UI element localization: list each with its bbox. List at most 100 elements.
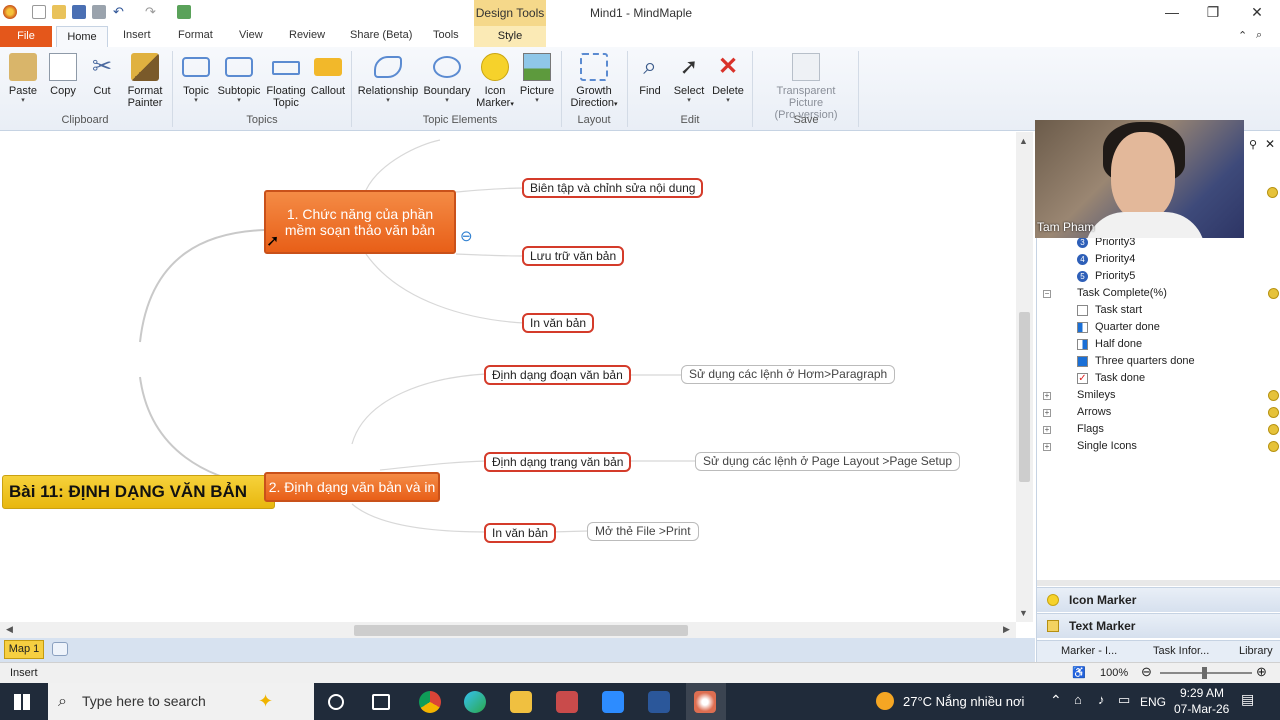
note-page-setup[interactable]: Sử dụng các lệnh ở Page Layout >Page Set…: [695, 452, 961, 471]
subtopic-print[interactable]: In văn bản: [484, 523, 557, 543]
scroll-down-icon[interactable]: ▼: [1019, 608, 1028, 618]
subtopic-paragraph-format[interactable]: Định dạng đoạn văn bản: [484, 365, 631, 385]
marker-tab[interactable]: Marker - I...: [1061, 641, 1117, 662]
subtopic-page-format[interactable]: Định dạng trang văn bản: [484, 452, 632, 472]
quick-access-customize-icon[interactable]: [177, 5, 191, 19]
scroll-right-icon[interactable]: ▶: [1003, 624, 1010, 635]
help-search-icon[interactable]: ⌕: [1256, 29, 1262, 42]
quarter-done-item[interactable]: Quarter done: [1037, 319, 1280, 336]
growth-direction-button[interactable]: Growth Direction▾: [566, 53, 622, 111]
main-topic-1[interactable]: 1. Chức năng của phần mềm soạn thảo văn …: [264, 190, 456, 254]
clock-date[interactable]: 07-Mar-26: [1174, 702, 1229, 716]
maximize-button[interactable]: ❐: [1205, 4, 1221, 20]
panel-close-icon[interactable]: ✕: [1265, 137, 1275, 151]
tab-home[interactable]: Home: [56, 26, 108, 48]
icon-marker-button[interactable]: Icon Marker▾: [475, 53, 515, 111]
boundary-button[interactable]: Boundary ▾: [422, 53, 472, 105]
tab-insert[interactable]: Insert: [123, 29, 151, 41]
select-button[interactable]: ➚ Select ▾: [672, 53, 706, 105]
new-file-icon[interactable]: [32, 5, 46, 19]
clock-time[interactable]: 9:29 AM: [1180, 686, 1224, 700]
cortana-icon[interactable]: [328, 694, 344, 710]
find-button[interactable]: ⌕ Find: [634, 53, 666, 97]
priority5-item[interactable]: 5 Priority5: [1037, 268, 1280, 285]
vertical-scroll-thumb[interactable]: [1019, 312, 1030, 482]
subtopic-edit-content[interactable]: Biên tập và chỉnh sửa nội dung: [522, 178, 704, 198]
horizontal-scrollbar[interactable]: ◀ ▶: [0, 622, 1016, 638]
expand-plus-icon[interactable]: +: [1043, 426, 1051, 434]
mindmap-canvas[interactable]: 1. Chức năng của phần mềm soạn thảo văn …: [0, 132, 1016, 622]
notification-icon[interactable]: ▤: [1241, 691, 1254, 708]
copy-button[interactable]: Copy: [47, 53, 79, 97]
ribbon-collapse-icon[interactable]: ⌃: [1238, 29, 1247, 42]
central-topic[interactable]: Bài 11: ĐỊNH DẠNG VĂN BẢN: [2, 475, 275, 509]
battery-icon[interactable]: ▭: [1118, 692, 1130, 708]
subtopic-save-document[interactable]: Lưu trữ văn bản: [522, 246, 625, 266]
zoom-app-icon[interactable]: [602, 691, 624, 713]
zoom-slider-thumb[interactable]: [1202, 667, 1207, 679]
minimize-button[interactable]: —: [1164, 4, 1180, 20]
tray-chevron-icon[interactable]: ⌃: [1050, 692, 1062, 709]
undo-icon[interactable]: ↶: [113, 5, 127, 19]
note-print[interactable]: Mở thẻ File >Print: [587, 522, 699, 541]
tab-file[interactable]: File: [0, 26, 52, 47]
single-icons-group[interactable]: + Single Icons: [1037, 438, 1280, 455]
open-folder-icon[interactable]: [52, 5, 66, 19]
picture-button[interactable]: Picture ▾: [518, 53, 556, 105]
close-button[interactable]: ✕: [1249, 4, 1265, 20]
new-map-tab-icon[interactable]: [52, 642, 68, 656]
task-done-item[interactable]: ✓ Task done: [1037, 370, 1280, 387]
windows-start-icon[interactable]: [14, 694, 30, 710]
language-indicator[interactable]: ENG: [1140, 695, 1166, 709]
file-explorer-icon[interactable]: [510, 691, 532, 713]
topic-button[interactable]: Topic ▾: [180, 53, 212, 105]
floating-topic-button[interactable]: Floating Topic: [264, 53, 308, 109]
expand-plus-icon[interactable]: +: [1043, 443, 1051, 451]
scroll-left-icon[interactable]: ◀: [6, 624, 13, 635]
volume-icon[interactable]: ♪: [1098, 692, 1105, 707]
horizontal-scroll-thumb[interactable]: [354, 625, 688, 636]
app-icon[interactable]: [556, 691, 578, 713]
cut-button[interactable]: ✂ Cut: [87, 53, 117, 97]
priority4-item[interactable]: 4 Priority4: [1037, 251, 1280, 268]
zoom-out-icon[interactable]: ⊖: [1141, 664, 1152, 680]
tab-style[interactable]: Style: [474, 26, 546, 47]
delete-button[interactable]: ✕ Delete ▾: [710, 53, 746, 105]
main-topic-2[interactable]: 2. Định dạng văn bản và in: [264, 472, 440, 502]
callout-button[interactable]: Callout: [310, 53, 346, 97]
task-view-icon[interactable]: [372, 694, 390, 710]
tab-tools[interactable]: Tools: [433, 29, 459, 41]
redo-icon[interactable]: ↷: [145, 5, 159, 19]
tab-view[interactable]: View: [239, 29, 263, 41]
tab-format[interactable]: Format: [178, 29, 213, 41]
flags-group[interactable]: + Flags: [1037, 421, 1280, 438]
chrome-icon[interactable]: [419, 691, 441, 713]
zoom-in-icon[interactable]: ⊕: [1256, 664, 1267, 680]
scroll-up-icon[interactable]: ▲: [1019, 136, 1028, 146]
half-done-item[interactable]: Half done: [1037, 336, 1280, 353]
paste-button[interactable]: Paste ▾: [6, 53, 40, 105]
arrows-group[interactable]: + Arrows: [1037, 404, 1280, 421]
map-tab-1[interactable]: Map 1: [4, 640, 44, 659]
relationship-button[interactable]: Relationship ▾: [357, 53, 419, 105]
tab-review[interactable]: Review: [289, 29, 325, 41]
task-start-item[interactable]: Task start: [1037, 302, 1280, 319]
vertical-scrollbar[interactable]: ▲ ▼: [1016, 132, 1033, 622]
panel-pin-icon[interactable]: ⚲: [1249, 138, 1257, 151]
library-tab[interactable]: Library: [1239, 641, 1273, 662]
three-quarters-done-item[interactable]: Three quarters done: [1037, 353, 1280, 370]
icon-marker-section[interactable]: Icon Marker: [1037, 587, 1280, 612]
word-icon[interactable]: [648, 691, 670, 713]
tab-share[interactable]: Share (Beta): [350, 29, 412, 41]
save-icon[interactable]: [72, 5, 86, 19]
text-marker-section[interactable]: Text Marker: [1037, 613, 1280, 638]
network-icon[interactable]: ⌂: [1074, 692, 1082, 707]
edge-icon[interactable]: [464, 691, 486, 713]
weather-text[interactable]: 27°C Nắng nhiều nơi: [903, 694, 1024, 709]
expand-plus-icon[interactable]: +: [1043, 392, 1051, 400]
subtopic-print-document[interactable]: In văn bản: [522, 313, 595, 333]
smileys-group[interactable]: + Smileys: [1037, 387, 1280, 404]
collapse-toggle-icon[interactable]: ⊖: [460, 227, 473, 245]
subtopic-button[interactable]: Subtopic ▾: [216, 53, 262, 105]
format-painter-button[interactable]: Format Painter: [122, 53, 168, 109]
